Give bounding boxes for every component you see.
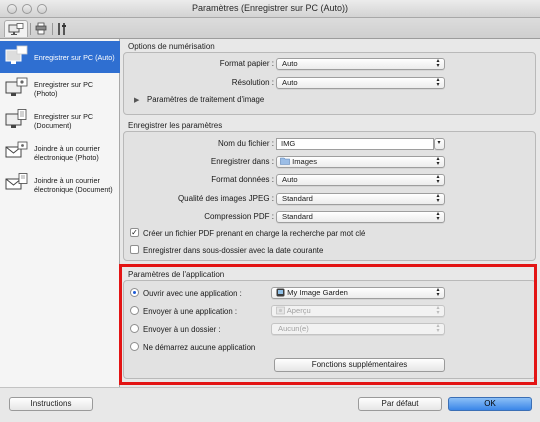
- scanner-icon: [35, 22, 47, 35]
- save-settings-title: Enregistrer les paramètres: [128, 121, 223, 130]
- data-format-select[interactable]: Auto ▴ ▾: [276, 174, 445, 186]
- select-arrows-icon: ▴ ▾: [436, 193, 440, 204]
- tab-scan-computer[interactable]: [4, 20, 28, 37]
- select-arrows-icon: ▴ ▾: [436, 58, 440, 69]
- select-arrows-icon: ▴ ▾: [436, 174, 440, 185]
- sidebar: Enregistrer sur PC (Auto) Enregistrer su…: [0, 39, 120, 387]
- resolution-value: Auto: [282, 78, 298, 87]
- mail-photo-icon: [5, 141, 28, 158]
- data-format-label: Format données :: [211, 175, 274, 184]
- select-arrows-icon: ▴ ▾: [436, 211, 440, 222]
- defaults-button[interactable]: Par défaut: [358, 397, 442, 411]
- mail-document-icon: [5, 173, 28, 190]
- filename-dropdown-button[interactable]: ▾: [434, 138, 445, 150]
- sidebar-item-label: Joindre à un courrier électronique (Phot…: [34, 144, 100, 162]
- sidebar-item-mail-document[interactable]: Joindre à un courrier électronique (Docu…: [0, 169, 120, 201]
- resolution-select[interactable]: Auto ▴ ▾: [276, 77, 445, 89]
- computer-scan-icon: [5, 45, 28, 64]
- filename-label: Nom du fichier :: [217, 139, 274, 148]
- disclosure-triangle-icon[interactable]: ▶: [134, 96, 139, 104]
- sidebar-item-label: Enregistrer sur PC (Auto): [34, 52, 115, 62]
- pdf-compression-value: Standard: [282, 212, 313, 221]
- sidebar-item-save-pc-photo[interactable]: Enregistrer sur PC (Photo): [0, 73, 120, 105]
- pdf-compression-label: Compression PDF :: [204, 212, 274, 221]
- chevron-down-icon: ▾: [437, 140, 441, 146]
- jpeg-quality-value: Standard: [282, 194, 313, 203]
- sidebar-item-save-pc-document[interactable]: Enregistrer sur PC (Document): [0, 105, 120, 137]
- highlight-frame: [119, 264, 537, 385]
- scan-options-title: Options de numérisation: [128, 42, 215, 51]
- subfolder-date-label: Enregistrer dans sous-dossier avec la da…: [143, 246, 324, 255]
- tools-icon: [58, 22, 66, 35]
- select-arrows-icon: ▴ ▾: [436, 156, 440, 167]
- sidebar-item-save-pc-auto[interactable]: Enregistrer sur PC (Auto): [0, 41, 120, 73]
- save-in-select[interactable]: Images ▴ ▾: [276, 156, 445, 168]
- searchable-pdf-checkbox[interactable]: ✓: [130, 228, 139, 237]
- computer-photo-icon: [5, 77, 28, 96]
- folder-icon: [280, 157, 290, 165]
- window-title: Paramètres (Enregistrer sur PC (Auto)): [191, 3, 349, 13]
- image-processing-settings-label[interactable]: Paramètres de traitement d'image: [147, 95, 264, 104]
- save-in-value: Images: [292, 157, 318, 166]
- subfolder-date-checkbox[interactable]: [130, 245, 139, 254]
- paper-size-value: Auto: [282, 59, 298, 68]
- tab-tools[interactable]: [54, 20, 70, 37]
- sidebar-item-label: Joindre à un courrier électronique (Docu…: [34, 176, 113, 194]
- filename-input[interactable]: IMG: [276, 138, 434, 150]
- sidebar-item-mail-photo[interactable]: Joindre à un courrier électronique (Phot…: [0, 137, 120, 169]
- computer-scan-icon: [8, 22, 24, 35]
- computer-document-icon: [5, 109, 27, 128]
- instructions-button[interactable]: Instructions: [9, 397, 93, 411]
- sidebar-item-label: Enregistrer sur PC (Document): [34, 112, 94, 130]
- title-bar: Paramètres (Enregistrer sur PC (Auto)): [0, 0, 540, 18]
- save-in-label: Enregistrer dans :: [210, 157, 274, 166]
- paper-size-label: Format papier :: [219, 59, 274, 68]
- sidebar-item-label: Enregistrer sur PC (Photo): [34, 80, 94, 98]
- select-arrows-icon: ▴ ▾: [436, 77, 440, 88]
- jpeg-quality-select[interactable]: Standard ▴ ▾: [276, 193, 445, 205]
- pdf-compression-select[interactable]: Standard ▴ ▾: [276, 211, 445, 223]
- jpeg-quality-label: Qualité des images JPEG :: [177, 194, 274, 203]
- tab-scanner[interactable]: [32, 20, 50, 37]
- toolbar: [0, 18, 540, 39]
- ok-button[interactable]: OK: [448, 397, 532, 411]
- data-format-value: Auto: [282, 175, 298, 184]
- paper-size-select[interactable]: Auto ▴ ▾: [276, 58, 445, 70]
- resolution-label: Résolution :: [231, 78, 274, 87]
- searchable-pdf-label: Créer un fichier PDF prenant en charge l…: [143, 229, 366, 238]
